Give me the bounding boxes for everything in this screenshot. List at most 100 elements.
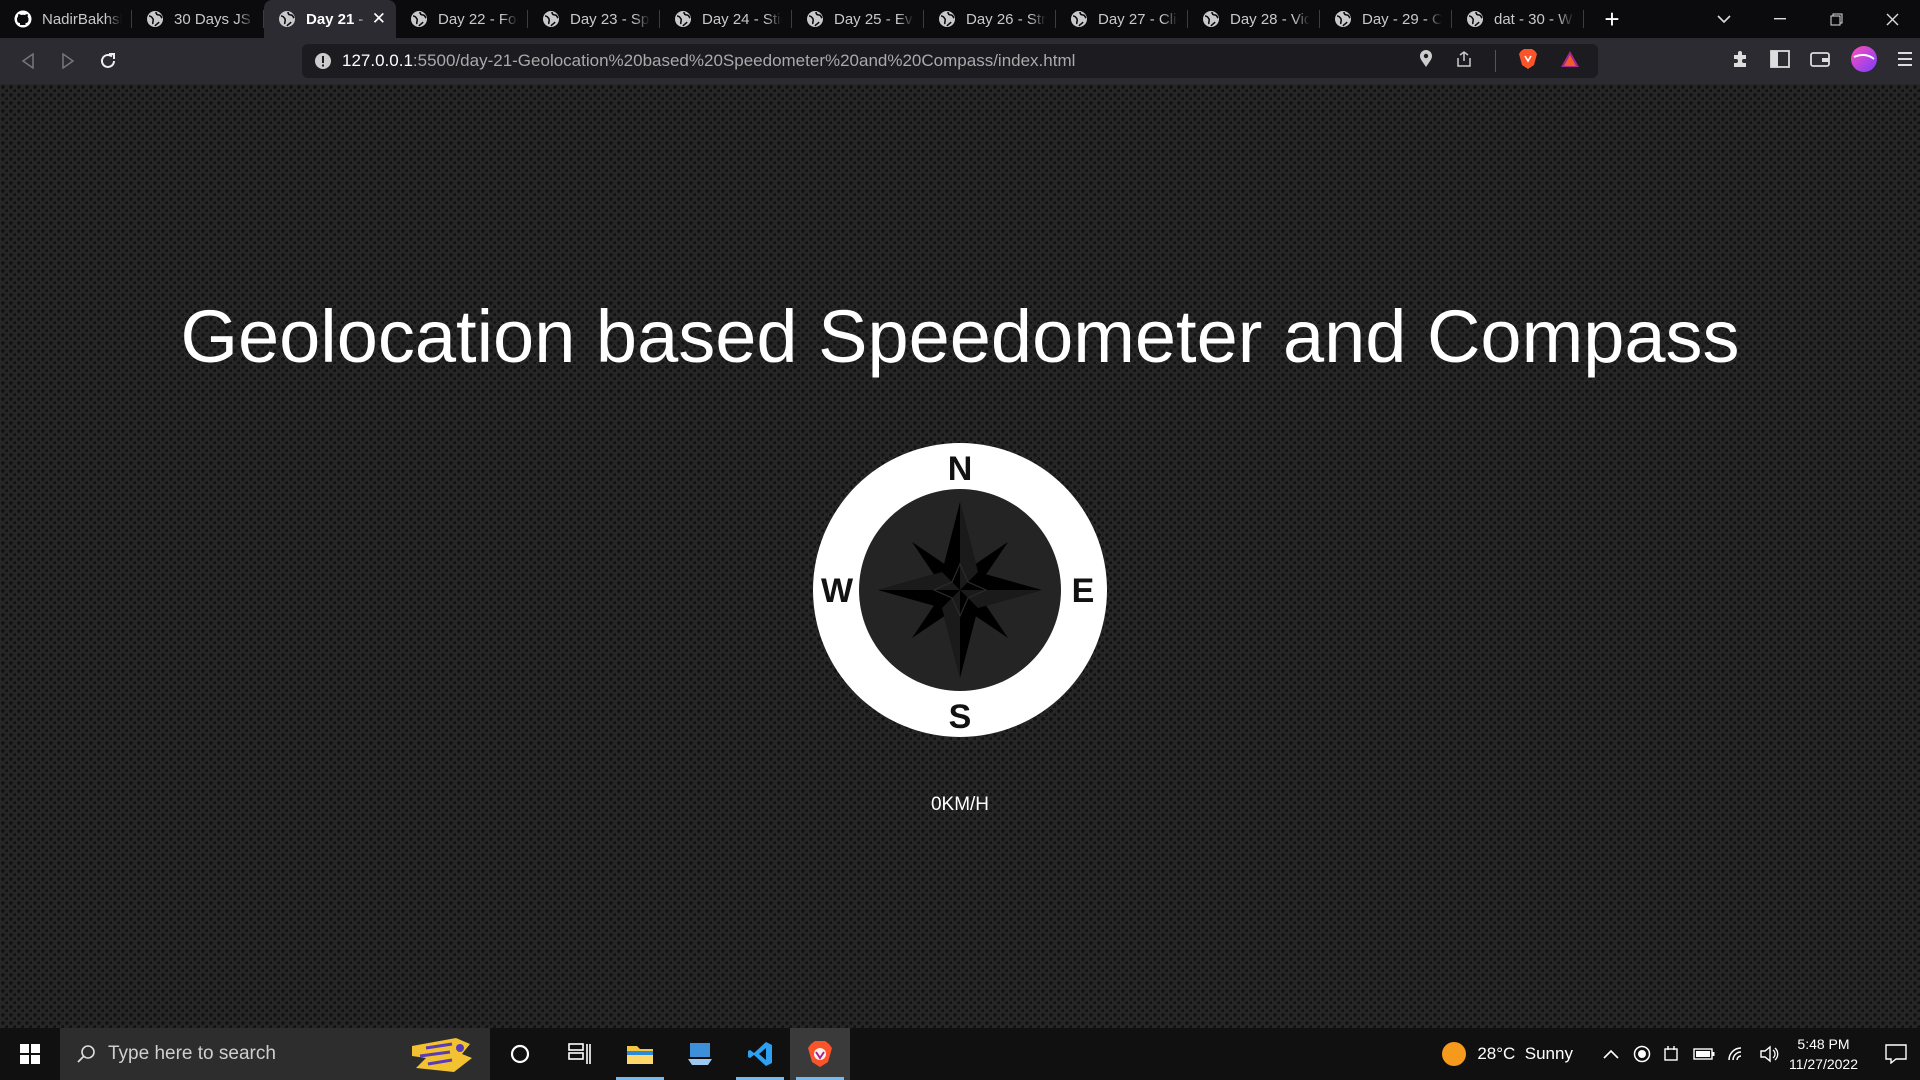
- site-info-icon[interactable]: [314, 52, 332, 70]
- globe-icon: [806, 10, 824, 28]
- tab-separator: [1583, 10, 1584, 28]
- minimize-button[interactable]: [1752, 0, 1808, 38]
- github-icon: [14, 10, 32, 28]
- browser-tab[interactable]: Day 26 - Strip: [924, 0, 1056, 38]
- compass-label-east: E: [1072, 572, 1095, 610]
- new-tab-button[interactable]: +: [1592, 0, 1632, 38]
- browser-tab[interactable]: Day 28 - Vide: [1188, 0, 1320, 38]
- sidebar-icon[interactable]: [1770, 49, 1790, 73]
- globe-icon: [1334, 10, 1352, 28]
- tab-label: Day 22 - Follo: [438, 10, 518, 28]
- tab-label: Day 21 - (: [306, 10, 366, 28]
- share-icon[interactable]: [1455, 50, 1473, 73]
- task-view-button[interactable]: [550, 1028, 610, 1080]
- globe-icon: [674, 10, 692, 28]
- taskbar-clock[interactable]: 5:48 PM 11/27/2022: [1789, 1034, 1858, 1074]
- globe-icon: [1202, 10, 1220, 28]
- compass-dial: N S E W: [813, 443, 1107, 737]
- brave-rewards-icon[interactable]: [1560, 50, 1580, 73]
- menu-icon[interactable]: [1898, 51, 1912, 72]
- globe-icon: [938, 10, 956, 28]
- tab-label: Day 23 - Spe: [570, 10, 650, 28]
- wallet-icon[interactable]: [1810, 50, 1830, 73]
- compass-label-north: N: [948, 450, 973, 488]
- windows-pinned-app-icon: [688, 1043, 712, 1065]
- vscode-icon: [748, 1042, 772, 1066]
- tab-label: 30 Days JS Pr: [174, 10, 254, 28]
- close-tab-icon[interactable]: ✕: [372, 9, 386, 29]
- page-viewport: Geolocation based Speedometer and Compas…: [0, 84, 1920, 1028]
- wifi-icon[interactable]: [1727, 1046, 1747, 1062]
- clock-date: 11/27/2022: [1788, 1056, 1858, 1072]
- tab-label: Day - 29 - Co: [1362, 10, 1442, 28]
- brave-shields-icon[interactable]: [1518, 48, 1538, 75]
- globe-icon: [410, 10, 428, 28]
- folder-icon: [627, 1046, 653, 1064]
- browser-tab[interactable]: Day 21 - ( ✕: [264, 0, 396, 38]
- browser-tab[interactable]: Day 27 - Clic: [1056, 0, 1188, 38]
- show-hidden-icons-chevron-icon[interactable]: [1603, 1049, 1619, 1059]
- search-placeholder: Type here to search: [108, 1043, 276, 1064]
- browser-tab[interactable]: Day 22 - Follo: [396, 0, 528, 38]
- tab-search-chevron-icon[interactable]: [1696, 0, 1752, 38]
- forward-button[interactable]: [48, 41, 88, 81]
- compass-label-west: W: [821, 572, 854, 610]
- brave-browser-button[interactable]: [790, 1028, 850, 1080]
- record-icon[interactable]: [1633, 1045, 1651, 1063]
- globe-icon: [278, 10, 296, 28]
- taskbar-search-box[interactable]: Type here to search: [60, 1028, 490, 1080]
- cortana-button[interactable]: [490, 1028, 550, 1080]
- tab-label: Day 24 - Stic: [702, 10, 782, 28]
- back-button[interactable]: [8, 41, 48, 81]
- globe-icon: [1070, 10, 1088, 28]
- restore-button[interactable]: [1808, 0, 1864, 38]
- browser-tab[interactable]: Day 25 - Ever: [792, 0, 924, 38]
- profile-avatar[interactable]: [1850, 45, 1878, 78]
- tab-label: Day 25 - Ever: [834, 10, 914, 28]
- weather-icon[interactable]: [1441, 1041, 1467, 1067]
- location-pin-icon[interactable]: [1419, 49, 1433, 73]
- weather-text[interactable]: 28°C Sunny: [1477, 1044, 1573, 1064]
- clock-time: 5:48 PM: [1797, 1036, 1850, 1052]
- tab-list: NadirBakhsh30 Days JS PrDay 21 - (✕Day 2…: [0, 0, 1584, 38]
- file-explorer-button[interactable]: [610, 1028, 670, 1080]
- globe-icon: [542, 10, 560, 28]
- tab-label: Day 27 - Clic: [1098, 10, 1178, 28]
- reload-button[interactable]: [88, 41, 128, 81]
- browser-tab[interactable]: 30 Days JS Pr: [132, 0, 264, 38]
- windows-logo-icon: [20, 1044, 40, 1064]
- extensions-icon[interactable]: [1730, 49, 1750, 74]
- start-button[interactable]: [0, 1028, 60, 1080]
- url-path: :5500/day-21-Geolocation%20based%20Speed…: [412, 51, 1076, 70]
- meet-now-icon[interactable]: [1663, 1045, 1681, 1063]
- browser-tab-strip: NadirBakhsh30 Days JS PrDay 21 - (✕Day 2…: [0, 0, 1920, 38]
- globe-icon: [146, 10, 164, 28]
- cortana-circle-icon: [510, 1044, 530, 1064]
- pinned-app-button[interactable]: [670, 1028, 730, 1080]
- compass: N S E W: [812, 442, 1108, 738]
- notifications-icon[interactable]: [1872, 1044, 1920, 1064]
- tab-label: NadirBakhsh: [42, 10, 122, 28]
- close-window-button[interactable]: [1864, 0, 1920, 38]
- globe-icon: [1466, 10, 1484, 28]
- tab-label: Day 28 - Vide: [1230, 10, 1310, 28]
- compass-label-south: S: [949, 698, 972, 736]
- tab-label: dat - 30 - Wh: [1494, 10, 1574, 28]
- browser-tab[interactable]: dat - 30 - Wh: [1452, 0, 1584, 38]
- search-icon: [76, 1044, 96, 1064]
- tab-label: Day 26 - Strip: [966, 10, 1046, 28]
- browser-tab[interactable]: Day 23 - Spe: [528, 0, 660, 38]
- omnibox-divider: [1495, 50, 1496, 72]
- browser-tab[interactable]: Day - 29 - Co: [1320, 0, 1452, 38]
- volume-icon[interactable]: [1759, 1045, 1779, 1063]
- brave-browser-icon: [808, 1041, 832, 1067]
- browser-tab[interactable]: Day 24 - Stic: [660, 0, 792, 38]
- task-view-icon: [568, 1043, 591, 1064]
- vscode-button[interactable]: [730, 1028, 790, 1080]
- page-title: Geolocation based Speedometer and Compas…: [180, 295, 1740, 378]
- speed-readout: 0KM/H: [930, 794, 990, 815]
- address-bar[interactable]: 127.0.0.1:5500/day-21-Geolocation%20base…: [302, 44, 1598, 78]
- battery-icon[interactable]: [1693, 1047, 1715, 1061]
- browser-toolbar: 127.0.0.1:5500/day-21-Geolocation%20base…: [0, 38, 1920, 84]
- browser-tab[interactable]: NadirBakhsh: [0, 0, 132, 38]
